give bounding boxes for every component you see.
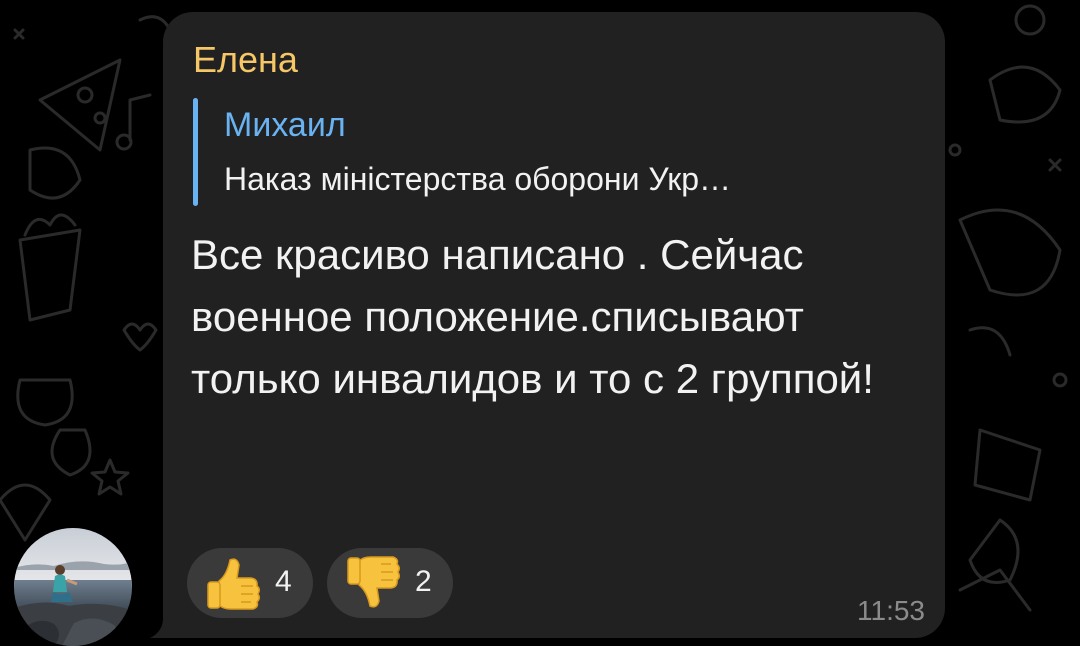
reply-author: Михаил [224, 106, 346, 144]
message-bubble[interactable]: Елена Михаил Наказ міністерства оборони … [163, 12, 945, 638]
reaction-count: 2 [415, 565, 432, 598]
reply-bar [193, 98, 198, 206]
avatar[interactable] [14, 528, 132, 646]
reaction-thumbs-down[interactable]: 2 [327, 548, 453, 618]
chat-screen: Елена Михаил Наказ міністерства оборони … [0, 0, 1080, 646]
thumbs-up-icon [207, 558, 261, 610]
reaction-thumbs-up[interactable]: 4 [187, 548, 313, 618]
message-text: Все красиво написано . Сейчас военное по… [191, 231, 874, 402]
reply-preview[interactable]: Михаил Наказ міністерства оборони Укр… [193, 98, 923, 206]
reply-text: Наказ міністерства оборони Укр… [224, 161, 732, 197]
thumbs-down-icon [347, 556, 401, 608]
reactions-row: 4 2 [187, 548, 453, 618]
sender-name[interactable]: Елена [193, 40, 298, 80]
reaction-count: 4 [275, 565, 292, 598]
user-photo-avatar [14, 528, 132, 646]
message-time: 11:53 [857, 595, 925, 626]
